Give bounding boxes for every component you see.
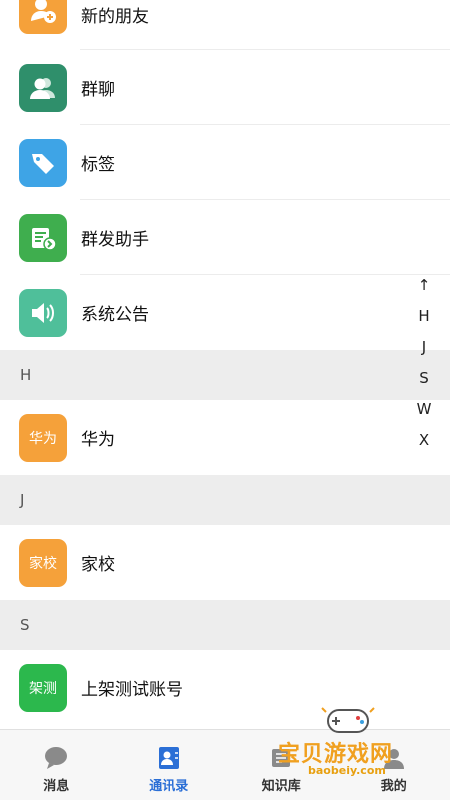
tab-profile[interactable]: 我的 bbox=[338, 730, 450, 800]
broadcast-icon bbox=[19, 213, 67, 262]
index-up-arrow[interactable]: ↑ bbox=[418, 270, 431, 301]
contacts-icon bbox=[158, 747, 179, 769]
avatar-text: 华为 bbox=[29, 430, 57, 447]
add-friend-icon bbox=[19, 0, 67, 34]
index-letter-x[interactable]: X bbox=[419, 425, 429, 456]
contact-huawei[interactable]: 华为 华为 bbox=[0, 400, 450, 475]
contact-label: 群发助手 bbox=[81, 230, 149, 250]
index-letter-j[interactable]: J bbox=[422, 332, 426, 363]
alphabet-index[interactable]: ↑ H J S W X bbox=[412, 270, 436, 456]
avatar: 华为 bbox=[19, 413, 67, 462]
avatar-text: 架测 bbox=[29, 680, 57, 697]
tab-label: 通讯录 bbox=[149, 779, 189, 794]
bottom-tab-bar: 消息 通讯录 知识库 我的 bbox=[0, 729, 450, 800]
tab-knowledge[interactable]: 知识库 bbox=[225, 730, 338, 800]
contact-group-chat[interactable]: 群聊 bbox=[0, 50, 450, 125]
contact-label: 新的朋友 bbox=[81, 7, 149, 27]
group-chat-icon bbox=[19, 63, 67, 112]
index-letter-w[interactable]: W bbox=[417, 394, 432, 425]
contact-label: 上架测试账号 bbox=[81, 680, 183, 700]
contact-label: 家校 bbox=[81, 555, 115, 575]
contact-label: 系统公告 bbox=[81, 305, 149, 325]
section-header-s: S bbox=[0, 600, 450, 650]
section-header-h: H bbox=[0, 350, 450, 400]
tab-label: 消息 bbox=[43, 779, 70, 794]
contact-test-account[interactable]: 架测 上架测试账号 bbox=[0, 650, 450, 725]
avatar: 架测 bbox=[19, 663, 67, 712]
contact-label: 标签 bbox=[81, 155, 115, 175]
contact-label: 华为 bbox=[81, 430, 115, 450]
speaker-icon bbox=[19, 288, 67, 337]
tab-messages[interactable]: 消息 bbox=[0, 730, 113, 800]
contact-new-friends[interactable]: 新的朋友 bbox=[0, 0, 450, 50]
index-letter-h[interactable]: H bbox=[418, 301, 429, 332]
contact-jiaxiao[interactable]: 家校 家校 bbox=[0, 525, 450, 600]
tab-label: 我的 bbox=[380, 779, 407, 794]
tab-contacts[interactable]: 通讯录 bbox=[113, 730, 226, 800]
tab-label: 知识库 bbox=[261, 779, 301, 794]
avatar-text: 家校 bbox=[29, 555, 57, 572]
knowledge-icon bbox=[272, 749, 291, 767]
contact-broadcast[interactable]: 群发助手 bbox=[0, 200, 450, 275]
avatar: 家校 bbox=[19, 538, 67, 587]
section-header-j: J bbox=[0, 475, 450, 525]
tag-icon bbox=[19, 138, 67, 187]
contact-announcement[interactable]: 系统公告 bbox=[0, 275, 450, 350]
contact-list: 新的朋友 群聊 标签 群发助手 系统公告 H 华为 华为 J 家校 家校 S 架… bbox=[0, 0, 450, 725]
contact-label: 群聊 bbox=[81, 80, 115, 100]
profile-icon bbox=[383, 749, 404, 769]
index-letter-s[interactable]: S bbox=[419, 363, 429, 394]
chat-bubble-icon bbox=[45, 747, 68, 769]
contact-tags[interactable]: 标签 bbox=[0, 125, 450, 200]
